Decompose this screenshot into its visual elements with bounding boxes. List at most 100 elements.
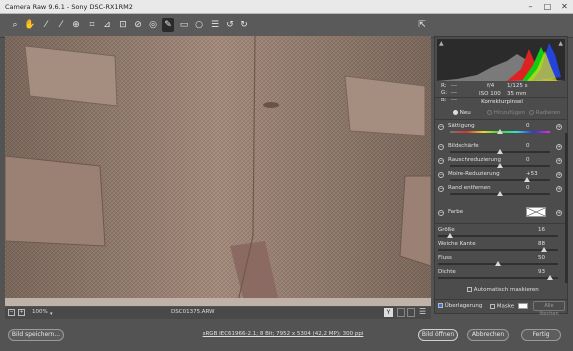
slider-thumb[interactable] (447, 233, 453, 238)
slider-sharpness[interactable]: − Bildschärfe 0 + (438, 143, 566, 157)
slider-thumb[interactable] (497, 129, 503, 134)
settings-menu-icon[interactable]: ☰ (419, 307, 426, 316)
mask-color-swatch[interactable] (517, 303, 528, 309)
highlight-clip-icon[interactable]: ▲ (558, 40, 563, 47)
slider-value[interactable]: 0 (526, 157, 530, 163)
brush-flow[interactable]: Fluss 50 (438, 255, 566, 269)
mode-erase[interactable]: Radieren (529, 110, 560, 116)
slider-value[interactable]: 0 (526, 123, 530, 129)
zoom-level[interactable]: 100% (32, 309, 48, 315)
mask-checkbox[interactable]: Maske (490, 303, 528, 310)
slider-thumb[interactable] (524, 177, 530, 182)
slider-thumb[interactable] (495, 261, 501, 266)
slider-value[interactable]: 0 (526, 143, 530, 149)
shadow-clip-icon[interactable]: ▲ (439, 40, 444, 47)
plus-icon[interactable]: + (556, 158, 562, 164)
brush-feather[interactable]: Weiche Kante 88 (438, 241, 566, 255)
mask-label: Maske (496, 303, 515, 310)
before-after-icon[interactable]: Y (384, 308, 393, 317)
slider-moire-reduction[interactable]: − Moire-Reduzierung +53 + (438, 171, 566, 185)
radial-filter-icon[interactable]: ○ (193, 18, 205, 32)
hand-icon[interactable]: ✋ (24, 18, 36, 32)
target-adjust-icon[interactable]: ⊕ (70, 18, 82, 32)
adjustment-brush-icon[interactable]: ✎ (162, 18, 174, 32)
brush-size[interactable]: Größe 16 (438, 227, 566, 241)
chevron-down-icon[interactable]: ▾ (50, 311, 53, 317)
transform-icon[interactable]: ⊡ (117, 18, 129, 32)
minimize-button[interactable]: – (522, 0, 539, 14)
brush-value[interactable]: 50 (538, 255, 545, 261)
histogram: ▲ ▲ (437, 39, 565, 81)
minus-icon[interactable]: − (438, 158, 444, 164)
mode-erase-label: Radieren (535, 110, 561, 116)
brush-label: Dichte (438, 269, 456, 275)
mode-add[interactable]: Hinzufügen (487, 110, 525, 116)
fullscreen-icon[interactable]: ⇱ (416, 18, 428, 32)
rotate-right-icon[interactable]: ↻ (238, 18, 250, 32)
zoom-icon[interactable]: ⌕ (9, 18, 21, 32)
plus-icon[interactable]: + (556, 186, 562, 192)
no-color-icon (526, 207, 546, 217)
color-sampler-icon[interactable]: ⁄ (55, 18, 67, 32)
plus-icon[interactable]: + (556, 124, 562, 130)
done-button[interactable]: Fertig (521, 329, 561, 341)
panel-title: Korrekturpinsel (481, 99, 523, 105)
r-value: --- (451, 83, 457, 89)
swap-icon[interactable] (407, 308, 415, 317)
brush-value[interactable]: 16 (538, 227, 545, 233)
overlay-label: Überlagerung (444, 303, 483, 309)
minus-icon[interactable]: − (438, 172, 444, 178)
plus-icon[interactable]: + (556, 172, 562, 178)
slider-saturation[interactable]: − Sättigung 0 + (438, 123, 566, 137)
mode-add-label: Hinzufügen (493, 110, 526, 116)
cancel-button[interactable]: Abbrechen (467, 329, 509, 341)
minus-icon[interactable]: − (438, 124, 444, 130)
save-image-button[interactable]: Bild speichern... (8, 329, 64, 341)
zoom-out-icon[interactable]: − (8, 309, 15, 316)
title-bar: Camera Raw 9.6.1 - Sony DSC-RX1RM2 (0, 0, 573, 14)
slider-noise-reduction[interactable]: − Rauschreduzierung 0 + (438, 157, 566, 171)
overlay-checkbox[interactable]: Überlagerung (438, 303, 482, 309)
workflow-options-link[interactable]: sRGB IEC61966-2.1; 8 Bit; 7952 x 5304 (4… (168, 331, 398, 337)
slider-thumb[interactable] (497, 163, 503, 168)
brush-density[interactable]: Dichte 93 (438, 269, 566, 283)
slider-value[interactable]: 0 (526, 185, 530, 191)
slider-label: Bildschärfe (448, 143, 479, 149)
close-button[interactable]: ✕ (556, 0, 573, 14)
delete-all-button[interactable]: Alle löschen (533, 301, 565, 317)
white-balance-icon[interactable]: ⁄ (40, 18, 52, 32)
panel-scrollbar[interactable] (565, 133, 568, 283)
graduated-filter-icon[interactable]: ▭ (178, 18, 190, 32)
toolbar: ⌕ ✋ ⁄ ⁄ ⊕ ⌗ ⊿ ⊡ ⊘ ◎ ✎ ▭ ○ ☰ ↺ ↻ ⇱ (0, 14, 573, 38)
minus-icon[interactable]: − (438, 144, 444, 150)
slider-thumb[interactable] (497, 191, 503, 196)
slider-thumb[interactable] (541, 247, 547, 252)
slider-defringe[interactable]: − Rand entfernen 0 + (438, 185, 566, 199)
auto-mask-checkbox[interactable]: Automatisch maskieren (467, 287, 539, 293)
spot-removal-icon[interactable]: ⊘ (132, 18, 144, 32)
view-toggle-icon[interactable] (397, 308, 405, 317)
zoom-in-icon[interactable]: + (18, 309, 25, 316)
slider-thumb[interactable] (547, 275, 553, 280)
minus-icon[interactable]: − (438, 210, 444, 216)
plus-icon[interactable]: + (556, 210, 562, 216)
straighten-icon[interactable]: ⊿ (101, 18, 113, 32)
plus-icon[interactable]: + (556, 144, 562, 150)
image-preview[interactable] (5, 36, 431, 306)
auto-mask-label: Automatisch maskieren (473, 287, 539, 293)
crop-icon[interactable]: ⌗ (86, 18, 98, 32)
maximize-button[interactable]: □ (539, 0, 556, 14)
open-image-button[interactable]: Bild öffnen (418, 329, 458, 341)
red-eye-icon[interactable]: ◎ (147, 18, 159, 32)
radio-icon (487, 110, 492, 115)
rotate-left-icon[interactable]: ↺ (224, 18, 236, 32)
footer: Bild speichern... sRGB IEC61966-2.1; 8 B… (0, 321, 573, 351)
color-swatch[interactable] (526, 207, 546, 217)
slider-thumb[interactable] (497, 149, 503, 154)
minus-icon[interactable]: − (438, 186, 444, 192)
mode-new[interactable]: Neu (453, 110, 471, 116)
filename: DSC01375.ARW (171, 309, 215, 315)
window-title: Camera Raw 9.6.1 - Sony DSC-RX1RM2 (5, 3, 133, 11)
brush-value[interactable]: 93 (538, 269, 545, 275)
presets-list-icon[interactable]: ☰ (209, 18, 221, 32)
